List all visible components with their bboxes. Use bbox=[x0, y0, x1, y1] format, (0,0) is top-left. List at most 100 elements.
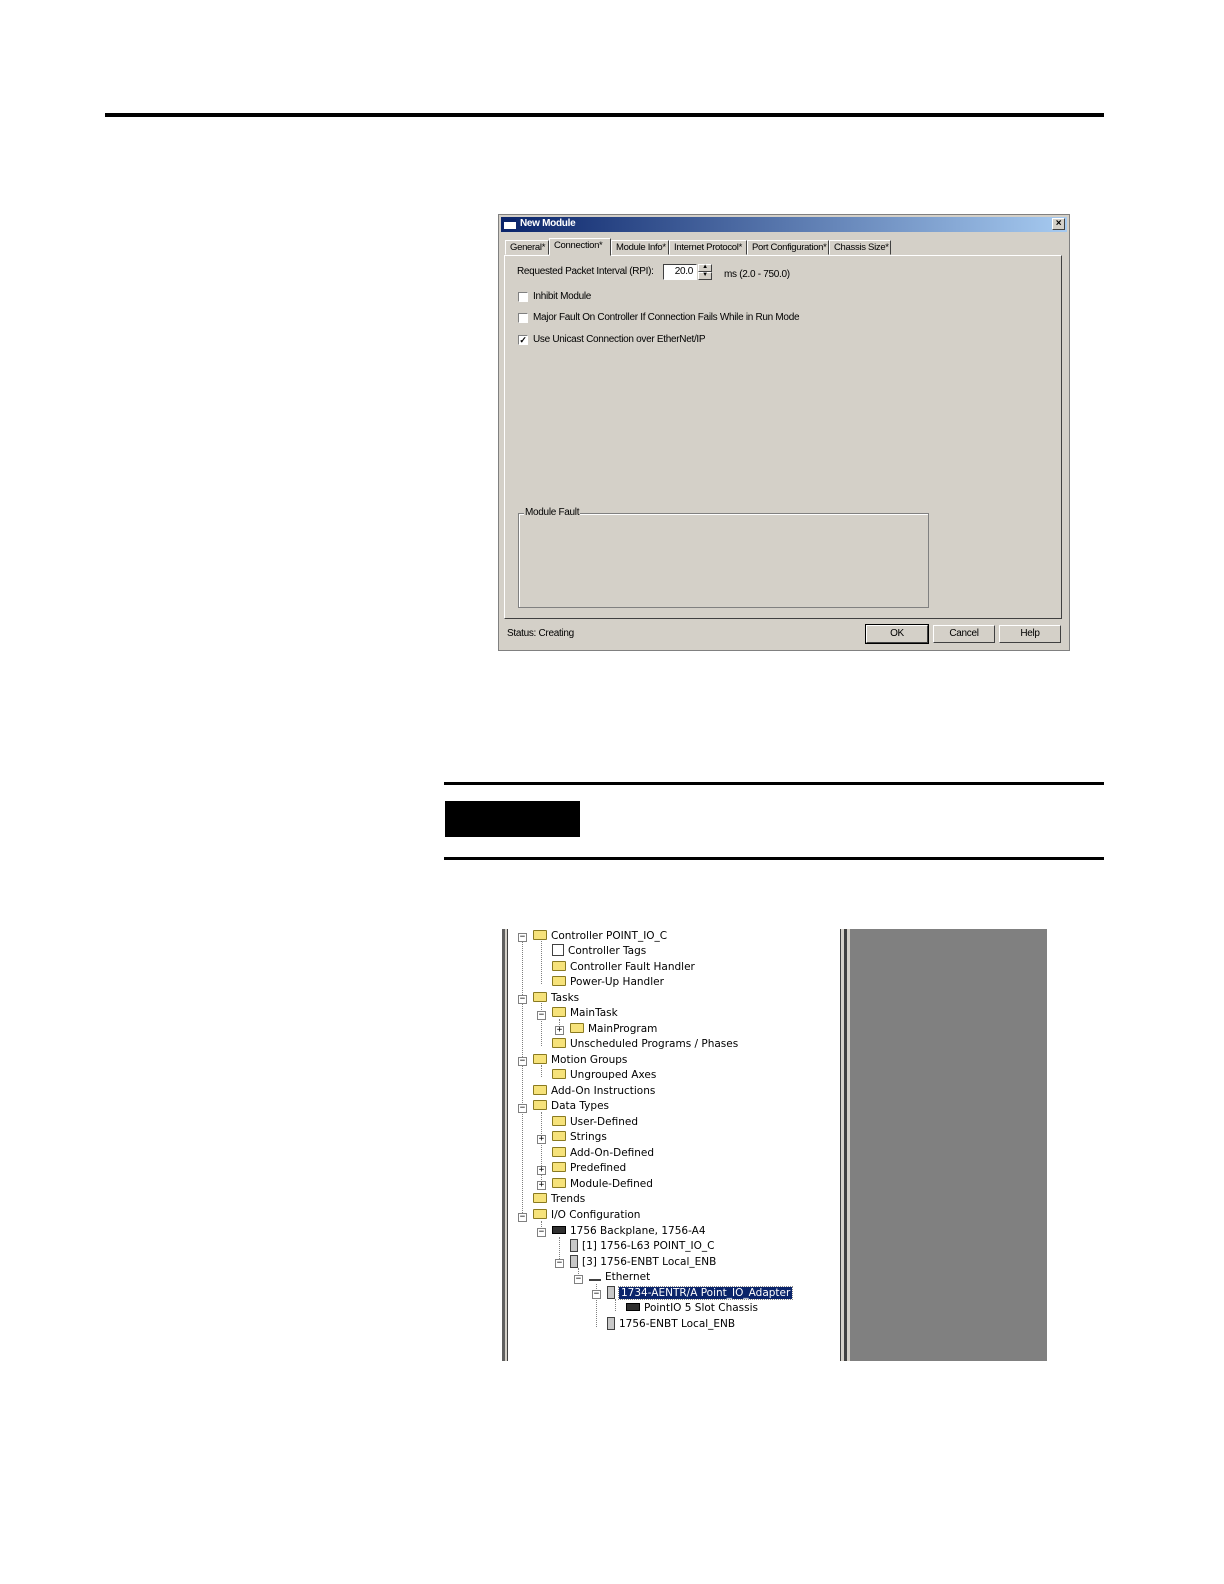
adapter-module-icon bbox=[607, 1285, 615, 1299]
tree-node-pointio-chassis[interactable]: PointIO 5 Slot Chassis bbox=[626, 1301, 758, 1316]
tree-node-strings[interactable]: Strings bbox=[552, 1130, 607, 1145]
tree-node-aentr-adapter[interactable]: 1734-AENTR/A Point_IO_Adapter bbox=[607, 1285, 794, 1301]
tree-node-controller-tags[interactable]: Controller Tags bbox=[552, 944, 646, 959]
tags-icon bbox=[552, 944, 564, 956]
collapse-icon[interactable]: − bbox=[518, 1104, 527, 1113]
tree-node-enbt-local[interactable]: 1756-ENBT Local_ENB bbox=[607, 1316, 735, 1332]
network-icon bbox=[589, 1271, 601, 1281]
tree-node-io-configuration[interactable]: I/O Configuration bbox=[533, 1208, 640, 1223]
inhibit-module-label: Inhibit Module bbox=[533, 291, 592, 302]
selected-node-label: 1734-AENTR/A Point_IO_Adapter bbox=[617, 1286, 794, 1300]
tree-node-data-types[interactable]: Data Types bbox=[533, 1099, 609, 1114]
close-button[interactable]: × bbox=[1052, 218, 1065, 230]
folder-icon bbox=[552, 961, 566, 971]
folder-icon bbox=[533, 1054, 547, 1064]
tab-internet-protocol[interactable]: Internet Protocol* bbox=[669, 240, 747, 255]
folder-icon bbox=[533, 1209, 547, 1219]
workspace-area bbox=[850, 929, 1047, 1361]
tree-node-enbt-slot3[interactable]: [3] 1756-ENBT Local_ENB bbox=[570, 1254, 716, 1270]
folder-icon bbox=[552, 1038, 566, 1048]
tree-node-mainprogram[interactable]: MainProgram bbox=[570, 1022, 657, 1037]
tree-node-unscheduled[interactable]: Unscheduled Programs / Phases bbox=[552, 1037, 738, 1052]
tab-general[interactable]: General* bbox=[505, 240, 549, 255]
tree-node-l63-controller[interactable]: [1] 1756-L63 POINT_IO_C bbox=[570, 1238, 714, 1254]
folder-icon bbox=[533, 930, 547, 940]
unicast-checkbox[interactable]: ✓ bbox=[518, 335, 528, 345]
collapse-icon[interactable]: − bbox=[574, 1275, 583, 1284]
note-top-rule bbox=[444, 782, 1104, 785]
controller-module-icon bbox=[570, 1238, 578, 1252]
expand-icon[interactable]: + bbox=[537, 1166, 546, 1175]
tree-node-trends[interactable]: Trends bbox=[533, 1192, 585, 1207]
rpi-spinner[interactable]: ▲ ▼ bbox=[698, 264, 712, 280]
ok-button[interactable]: OK bbox=[865, 624, 929, 644]
tree-node-ungrouped-axes[interactable]: Ungrouped Axes bbox=[552, 1068, 656, 1083]
task-icon bbox=[552, 1007, 566, 1017]
tree-node-controller[interactable]: Controller POINT_IO_C bbox=[533, 929, 667, 944]
rpi-label: Requested Packet Interval (RPI): bbox=[517, 266, 654, 277]
collapse-icon[interactable]: − bbox=[518, 995, 527, 1004]
collapse-icon[interactable]: − bbox=[592, 1290, 601, 1299]
spin-down-icon[interactable]: ▼ bbox=[698, 272, 712, 280]
expand-icon[interactable]: + bbox=[537, 1181, 546, 1190]
enbt-module-icon bbox=[607, 1316, 615, 1330]
tree-node-ethernet[interactable]: Ethernet bbox=[589, 1270, 650, 1285]
tree-node-addon-instructions[interactable]: Add-On Instructions bbox=[533, 1084, 655, 1099]
tree-node-maintask[interactable]: MainTask bbox=[552, 1006, 618, 1021]
tab-module-info[interactable]: Module Info* bbox=[611, 240, 669, 255]
tree-node-user-defined[interactable]: User-Defined bbox=[552, 1115, 638, 1130]
collapse-icon[interactable]: − bbox=[537, 1228, 546, 1237]
dialog-titlebar[interactable]: New Module × bbox=[501, 217, 1067, 232]
inhibit-module-checkbox[interactable] bbox=[518, 292, 528, 302]
datatype-folder-icon bbox=[552, 1131, 566, 1141]
folder-icon bbox=[533, 992, 547, 1002]
enbt-module-icon bbox=[570, 1254, 578, 1268]
folder-icon bbox=[533, 1085, 547, 1095]
tree-left-border bbox=[502, 929, 510, 1361]
tab-connection[interactable]: Connection* bbox=[549, 238, 611, 256]
major-fault-checkbox[interactable] bbox=[518, 313, 528, 323]
unicast-label: Use Unicast Connection over EtherNet/IP bbox=[533, 334, 706, 345]
module-fault-group: Module Fault bbox=[518, 507, 929, 608]
datatype-folder-icon bbox=[552, 1178, 566, 1188]
pane-splitter[interactable] bbox=[838, 929, 850, 1361]
new-module-dialog: New Module × General* Connection* Module… bbox=[498, 214, 1070, 651]
collapse-icon[interactable]: − bbox=[518, 933, 527, 942]
major-fault-label: Major Fault On Controller If Connection … bbox=[533, 312, 800, 323]
tree-line bbox=[541, 941, 542, 984]
rpi-input[interactable]: 20.0 bbox=[663, 264, 697, 280]
spin-up-icon[interactable]: ▲ bbox=[698, 264, 712, 272]
help-button[interactable]: Help bbox=[999, 625, 1061, 643]
tree-node-fault-handler[interactable]: Controller Fault Handler bbox=[552, 960, 695, 975]
tree-node-addon-defined[interactable]: Add-On-Defined bbox=[552, 1146, 654, 1161]
tree-node-powerup-handler[interactable]: Power-Up Handler bbox=[552, 975, 664, 990]
collapse-icon[interactable]: − bbox=[537, 1011, 546, 1020]
program-icon bbox=[570, 1023, 584, 1033]
note-label-box bbox=[445, 801, 580, 837]
note-bottom-rule bbox=[444, 857, 1104, 860]
tree-node-tasks[interactable]: Tasks bbox=[533, 991, 579, 1006]
collapse-icon[interactable]: − bbox=[555, 1259, 564, 1268]
expand-icon[interactable]: + bbox=[537, 1135, 546, 1144]
tree-node-predefined[interactable]: Predefined bbox=[552, 1161, 626, 1176]
status-text: Status: Creating bbox=[507, 628, 574, 639]
datatype-folder-icon bbox=[552, 1147, 566, 1157]
top-rule bbox=[105, 113, 1104, 117]
datatype-folder-icon bbox=[552, 1162, 566, 1172]
chassis-icon bbox=[626, 1303, 640, 1311]
tree-node-module-defined[interactable]: Module-Defined bbox=[552, 1177, 653, 1192]
tab-chassis-size[interactable]: Chassis Size* bbox=[829, 240, 891, 255]
folder-icon bbox=[552, 1069, 566, 1079]
collapse-icon[interactable]: − bbox=[518, 1057, 527, 1066]
tree-line bbox=[522, 941, 523, 1221]
folder-icon bbox=[533, 1100, 547, 1110]
window-icon bbox=[504, 219, 516, 229]
expand-icon[interactable]: + bbox=[555, 1026, 564, 1035]
tree-node-backplane[interactable]: 1756 Backplane, 1756-A4 bbox=[552, 1224, 706, 1239]
collapse-icon[interactable]: − bbox=[518, 1213, 527, 1222]
folder-icon bbox=[552, 976, 566, 986]
tab-port-configuration[interactable]: Port Configuration* bbox=[747, 240, 829, 255]
controller-organizer: − − − + − − + + + − − − − − Controller P… bbox=[502, 929, 1047, 1361]
cancel-button[interactable]: Cancel bbox=[933, 625, 995, 643]
tree-node-motion-groups[interactable]: Motion Groups bbox=[533, 1053, 627, 1068]
